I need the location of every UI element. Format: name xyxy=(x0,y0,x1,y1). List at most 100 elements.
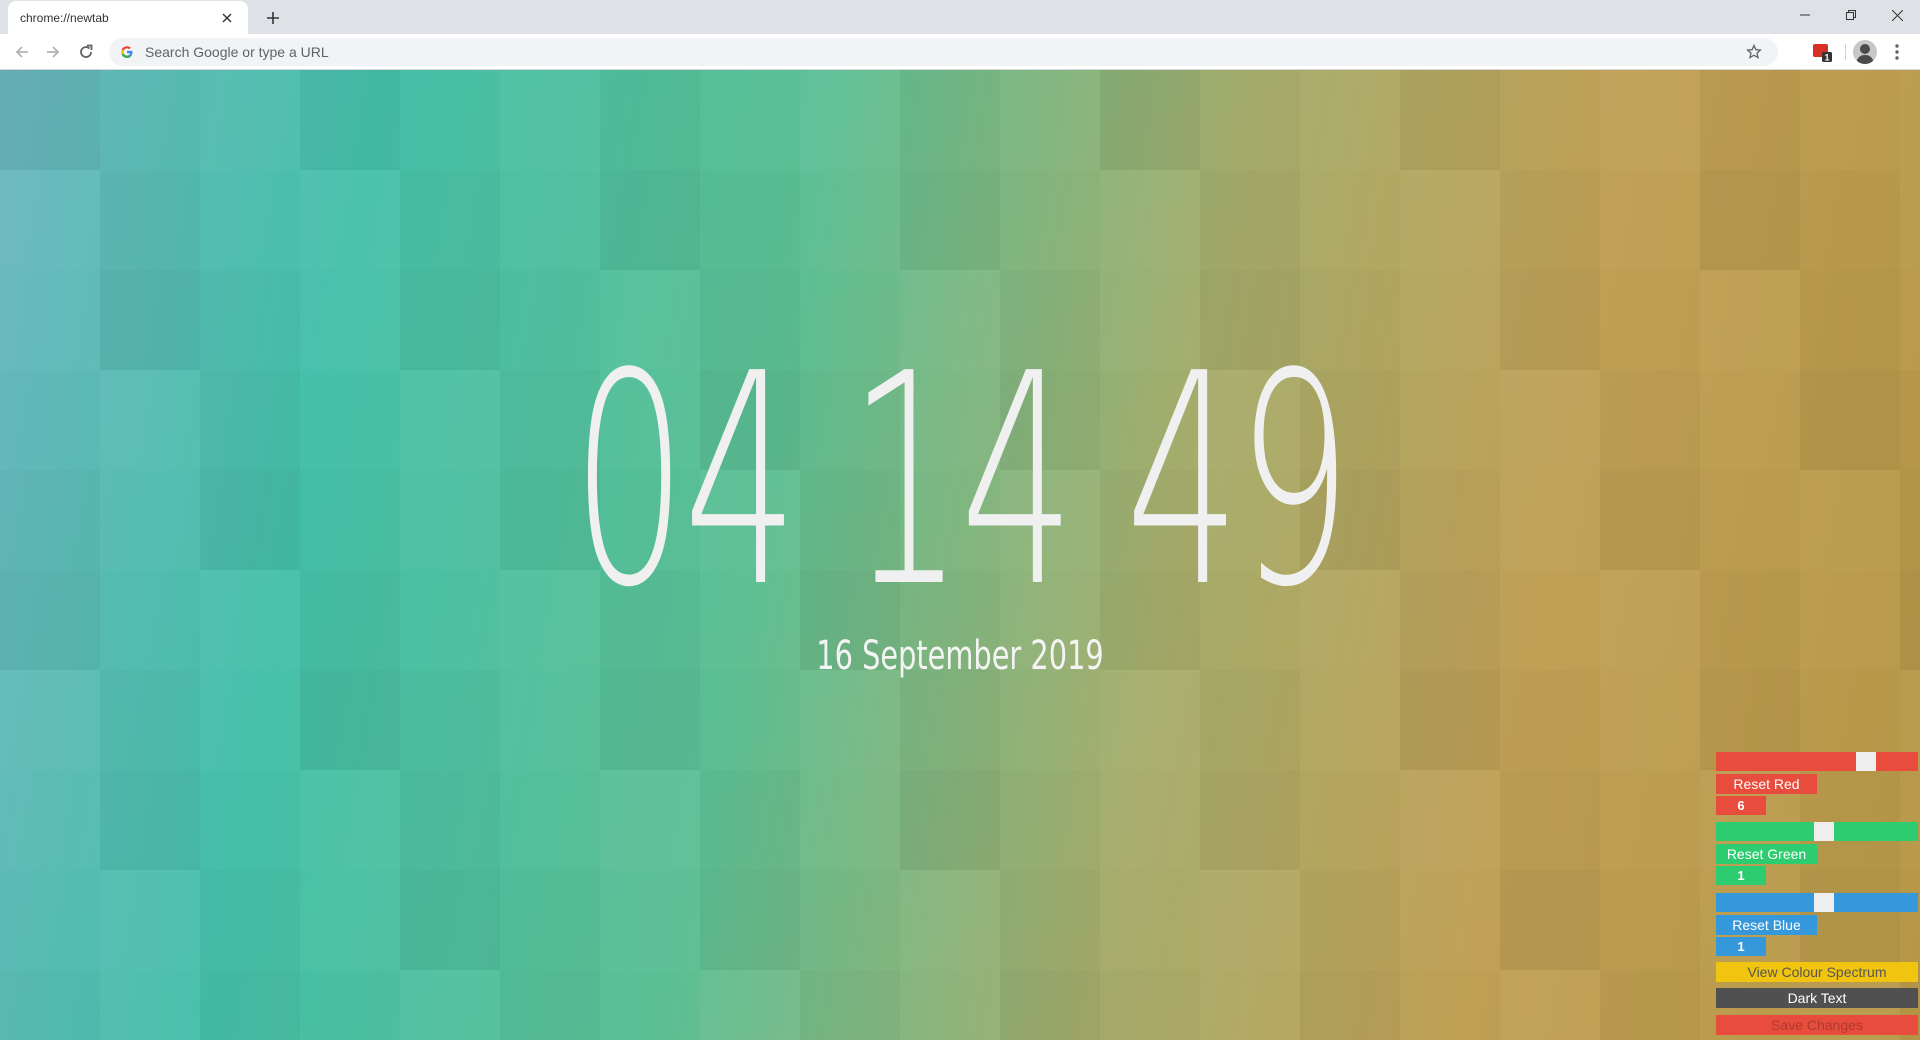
kebab-menu-icon[interactable] xyxy=(1885,40,1909,64)
colour-tile xyxy=(1400,170,1500,270)
green-value: 1 xyxy=(1716,866,1766,885)
colour-tile xyxy=(1800,70,1900,170)
red-slider-thumb[interactable] xyxy=(1856,752,1876,771)
colour-tile xyxy=(600,970,700,1040)
browser-title-bar: chrome://newtab xyxy=(0,0,1920,34)
colour-tile xyxy=(1400,970,1500,1040)
colour-tile xyxy=(300,970,400,1040)
colour-tile xyxy=(200,670,300,770)
colour-tile xyxy=(900,170,1000,270)
colour-tile xyxy=(400,670,500,770)
colour-tile xyxy=(1600,70,1700,170)
browser-tab[interactable]: chrome://newtab xyxy=(8,1,248,34)
colour-tile xyxy=(100,470,200,570)
colour-tile xyxy=(1800,570,1900,670)
colour-tile xyxy=(600,870,700,970)
colour-tile xyxy=(1600,270,1700,370)
omnibox[interactable] xyxy=(109,38,1778,66)
colour-tile xyxy=(100,270,200,370)
colour-tile xyxy=(1500,170,1600,270)
back-arrow-icon[interactable] xyxy=(8,38,36,66)
colour-tile xyxy=(1900,370,1920,470)
colour-tile xyxy=(1700,70,1800,170)
colour-tile xyxy=(200,170,300,270)
reset-green-button[interactable]: Reset Green xyxy=(1716,844,1817,864)
colour-tile xyxy=(1000,170,1100,270)
colour-tile xyxy=(0,170,100,270)
save-changes-button[interactable]: Save Changes xyxy=(1716,1015,1918,1035)
restore-window-button[interactable] xyxy=(1828,0,1874,30)
reset-red-button[interactable]: Reset Red xyxy=(1716,774,1817,794)
view-colour-spectrum-button[interactable]: View Colour Spectrum xyxy=(1716,962,1918,982)
colour-tile xyxy=(200,970,300,1040)
colour-tile xyxy=(800,770,900,870)
colour-tile xyxy=(1700,270,1800,370)
colour-tile xyxy=(400,770,500,870)
colour-tile xyxy=(100,870,200,970)
green-slider[interactable] xyxy=(1716,822,1918,841)
close-window-button[interactable] xyxy=(1874,0,1920,30)
bookmark-star-icon[interactable] xyxy=(1744,42,1764,62)
colour-tile xyxy=(800,70,900,170)
close-tab-icon[interactable] xyxy=(218,9,236,27)
reset-blue-button[interactable]: Reset Blue xyxy=(1716,915,1817,935)
colour-tile xyxy=(1500,70,1600,170)
green-slider-thumb[interactable] xyxy=(1814,822,1834,841)
colour-tile xyxy=(1600,670,1700,770)
colour-tile xyxy=(500,770,600,870)
colour-tile xyxy=(400,870,500,970)
colour-tile xyxy=(1100,970,1200,1040)
colour-tile xyxy=(1300,170,1400,270)
colour-tile xyxy=(100,770,200,870)
blue-slider-thumb[interactable] xyxy=(1814,893,1834,912)
dark-text-button[interactable]: Dark Text xyxy=(1716,988,1918,1008)
colour-tile xyxy=(0,70,100,170)
colour-tile xyxy=(1200,670,1300,770)
colour-tile xyxy=(800,870,900,970)
colour-tile xyxy=(700,670,800,770)
colour-tile xyxy=(700,170,800,270)
colour-tile xyxy=(1900,170,1920,270)
google-g-icon xyxy=(119,44,135,60)
blue-value: 1 xyxy=(1716,937,1766,956)
colour-tile xyxy=(1100,770,1200,870)
colour-tile xyxy=(1100,870,1200,970)
colour-tile xyxy=(1500,770,1600,870)
colour-tile xyxy=(1300,970,1400,1040)
colour-tile xyxy=(1600,170,1700,270)
extension-icon[interactable]: 1 xyxy=(1810,40,1834,64)
red-slider[interactable] xyxy=(1716,752,1918,771)
colour-tile xyxy=(400,970,500,1040)
colour-tile xyxy=(1600,870,1700,970)
colour-tile xyxy=(1200,170,1300,270)
colour-tile xyxy=(1100,670,1200,770)
colour-tile xyxy=(1600,470,1700,570)
browser-toolbar: 1 xyxy=(0,34,1920,70)
colour-tile xyxy=(1500,670,1600,770)
colour-tile xyxy=(1200,770,1300,870)
red-value: 6 xyxy=(1716,796,1766,815)
colour-tile xyxy=(100,70,200,170)
colour-tile xyxy=(1600,770,1700,870)
colour-tile xyxy=(0,370,100,470)
colour-tile xyxy=(1800,370,1900,470)
colour-tile xyxy=(800,970,900,1040)
colour-tile xyxy=(1200,70,1300,170)
colour-tile xyxy=(100,570,200,670)
colour-tile xyxy=(1800,170,1900,270)
address-input[interactable] xyxy=(145,40,1778,64)
forward-arrow-icon[interactable] xyxy=(39,38,67,66)
colour-tile xyxy=(500,70,600,170)
colour-tile xyxy=(1300,670,1400,770)
reload-icon[interactable] xyxy=(72,38,100,66)
profile-avatar[interactable] xyxy=(1853,40,1877,64)
colour-tile xyxy=(500,970,600,1040)
new-tab-button[interactable] xyxy=(260,5,286,31)
colour-tile xyxy=(1700,170,1800,270)
colour-tile xyxy=(600,170,700,270)
colour-tile xyxy=(0,470,100,570)
colour-tile xyxy=(800,170,900,270)
colour-tile xyxy=(500,170,600,270)
blue-slider[interactable] xyxy=(1716,893,1918,912)
minimize-window-button[interactable] xyxy=(1782,0,1828,30)
